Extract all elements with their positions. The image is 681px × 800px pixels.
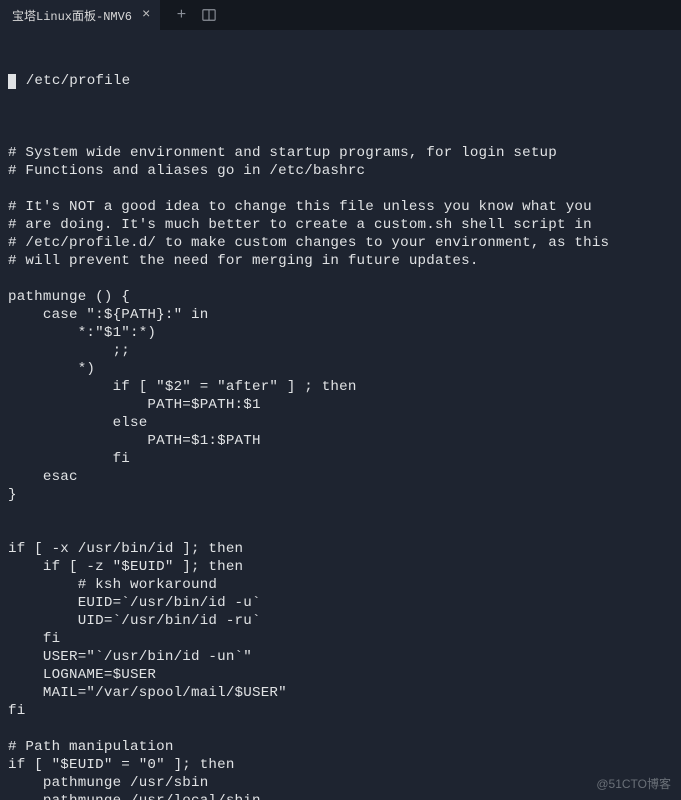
- text-cursor: [8, 74, 16, 89]
- editor-line: esac: [8, 468, 673, 486]
- editor-line: pathmunge /usr/sbin: [8, 774, 673, 792]
- editor-line: [8, 504, 673, 522]
- editor-line: UID=`/usr/bin/id -ru`: [8, 612, 673, 630]
- tab-actions: +: [161, 0, 217, 30]
- editor-line: # /etc/profile.d/ to make custom changes…: [8, 234, 673, 252]
- editor-line: else: [8, 414, 673, 432]
- editor-line: # ksh workaround: [8, 576, 673, 594]
- editor-line: fi: [8, 702, 673, 720]
- editor-line: LOGNAME=$USER: [8, 666, 673, 684]
- editor-line: # Functions and aliases go in /etc/bashr…: [8, 162, 673, 180]
- tab-active[interactable]: 宝塔Linux面板-NMV6 ×: [0, 0, 161, 30]
- editor-line: if [ "$EUID" = "0" ]; then: [8, 756, 673, 774]
- tab-label: 宝塔Linux面板-NMV6: [12, 7, 132, 24]
- editor-line: MAIL="/var/spool/mail/$USER": [8, 684, 673, 702]
- editor-line: [8, 522, 673, 540]
- editor-line: ;;: [8, 342, 673, 360]
- new-tab-icon[interactable]: +: [173, 7, 189, 23]
- editor-line: [8, 126, 673, 144]
- watermark-text: @51CTO博客: [596, 775, 671, 792]
- editor-line-cursor: /etc/profile: [8, 72, 673, 90]
- editor-line: if [ -z "$EUID" ]; then: [8, 558, 673, 576]
- editor-line: EUID=`/usr/bin/id -u`: [8, 594, 673, 612]
- close-icon[interactable]: ×: [142, 8, 150, 22]
- editor-line: if [ "$2" = "after" ] ; then: [8, 378, 673, 396]
- editor-line: USER="`/usr/bin/id -un`": [8, 648, 673, 666]
- tabbar: 宝塔Linux面板-NMV6 × +: [0, 0, 681, 30]
- split-pane-icon[interactable]: [201, 7, 217, 23]
- editor-line: # System wide environment and startup pr…: [8, 144, 673, 162]
- editor-line: pathmunge () {: [8, 288, 673, 306]
- editor-area[interactable]: /etc/profile # System wide environment a…: [0, 30, 681, 800]
- editor-line: PATH=$PATH:$1: [8, 396, 673, 414]
- editor-line: # are doing. It's much better to create …: [8, 216, 673, 234]
- editor-line: if [ -x /usr/bin/id ]; then: [8, 540, 673, 558]
- editor-line: pathmunge /usr/local/sbin: [8, 792, 673, 800]
- editor-line: }: [8, 486, 673, 504]
- editor-line: fi: [8, 630, 673, 648]
- editor-body: # System wide environment and startup pr…: [8, 126, 673, 800]
- editor-line: [8, 180, 673, 198]
- editor-line: # Path manipulation: [8, 738, 673, 756]
- editor-line: [8, 720, 673, 738]
- editor-text: /etc/profile: [17, 73, 130, 89]
- editor-line: PATH=$1:$PATH: [8, 432, 673, 450]
- editor-line: *:"$1":*): [8, 324, 673, 342]
- editor-line: case ":${PATH}:" in: [8, 306, 673, 324]
- editor-line: # It's NOT a good idea to change this fi…: [8, 198, 673, 216]
- editor-line: # will prevent the need for merging in f…: [8, 252, 673, 270]
- editor-line: *): [8, 360, 673, 378]
- editor-line: fi: [8, 450, 673, 468]
- editor-line: [8, 270, 673, 288]
